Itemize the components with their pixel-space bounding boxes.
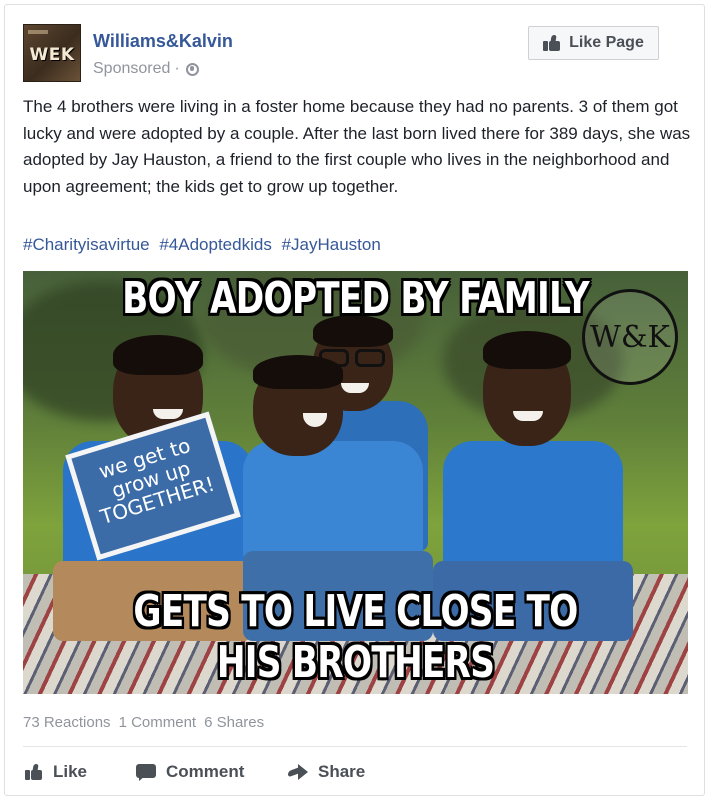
separator-dot: ·	[174, 60, 180, 77]
engagement-stats: 73 Reactions 1 Comment 6 Shares	[23, 714, 264, 731]
share-label: Share	[318, 762, 366, 781]
like-page-label: Like Page	[569, 34, 644, 51]
comment-label: Comment	[166, 762, 245, 781]
like-button[interactable]: Like	[25, 757, 87, 787]
sponsored-post-card: WEK Williams&Kalvin Sponsored · Like Pag…	[4, 4, 705, 796]
share-arrow-icon	[288, 764, 308, 780]
like-page-button[interactable]: Like Page	[528, 26, 659, 60]
comments-count[interactable]: 1 Comment	[119, 714, 197, 731]
comment-button[interactable]: Comment	[136, 757, 244, 787]
hashtag-link[interactable]: #JayHauston	[282, 235, 381, 254]
post-photo[interactable]: we get to grow up TOGETHER! W&K BOY ADOP…	[23, 271, 688, 694]
sponsored-row: Sponsored ·	[93, 60, 199, 78]
shares-count[interactable]: 6 Shares	[204, 714, 264, 731]
logo-decoration	[28, 30, 48, 34]
page-avatar[interactable]: WEK	[23, 24, 81, 82]
logo-text: WEK	[29, 45, 75, 65]
comment-icon	[136, 763, 156, 781]
thumbs-up-icon	[25, 764, 43, 780]
reactions-count[interactable]: 73 Reactions	[23, 714, 111, 731]
sponsored-label[interactable]: Sponsored	[93, 60, 170, 78]
divider	[23, 746, 687, 747]
like-label: Like	[53, 762, 88, 781]
page-name-link[interactable]: Williams&Kalvin	[93, 31, 233, 52]
image-top-caption: BOY ADOPTED BY FAMILY	[122, 273, 589, 324]
thumbs-up-icon	[543, 35, 561, 51]
hashtag-link[interactable]: #4Adoptedkids	[159, 235, 271, 254]
hashtag-row: #Charityisavirtue #4Adoptedkids #JayHaus…	[23, 235, 386, 255]
globe-icon[interactable]	[185, 62, 199, 76]
hashtag-link[interactable]: #Charityisavirtue	[23, 235, 150, 254]
share-button[interactable]: Share	[288, 757, 365, 787]
image-bottom-caption: GETS TO LIVE CLOSE TO HIS BROTHERS	[133, 586, 578, 688]
post-body-text: The 4 brothers were living in a foster h…	[23, 97, 691, 196]
